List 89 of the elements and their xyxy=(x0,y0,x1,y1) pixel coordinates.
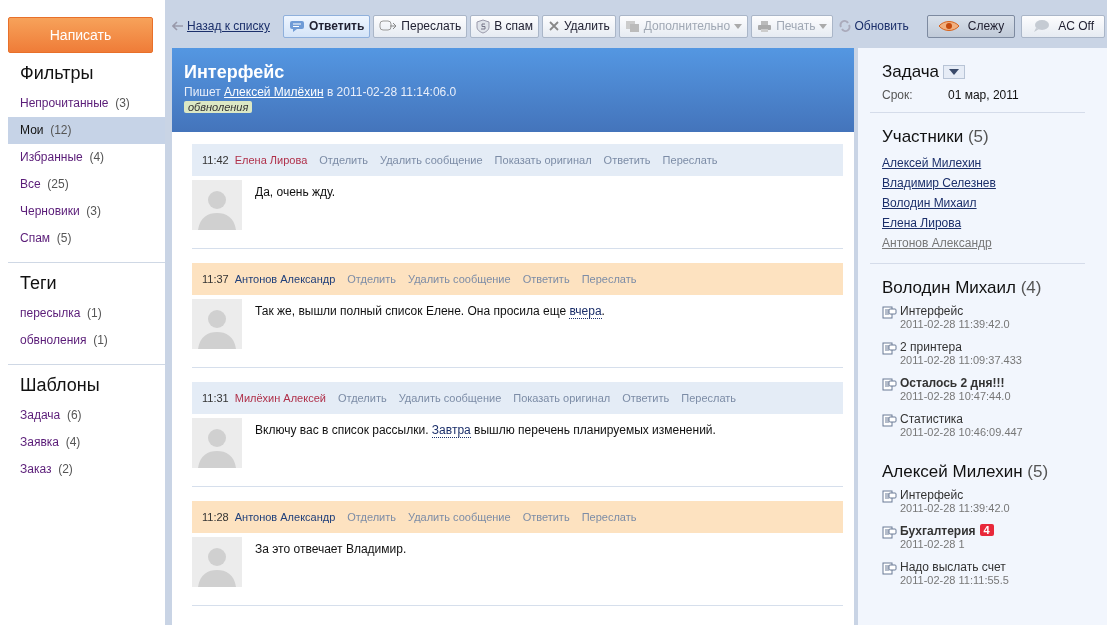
message-author: Антонов Александр xyxy=(234,273,336,285)
toolbar-button[interactable]: В спам xyxy=(470,14,539,38)
sidebar-item[interactable]: Мои (12) xyxy=(8,117,165,144)
conversation-link[interactable]: Бухгалтерия xyxy=(900,524,976,538)
message-author: Антонов Александр xyxy=(234,511,336,523)
sidebar-item[interactable]: Избранные (4) xyxy=(8,144,165,171)
thread-title: Интерфейс xyxy=(184,62,286,83)
message-time: 11:28 xyxy=(202,511,229,523)
date-link[interactable]: вчера xyxy=(569,304,602,319)
document-icon xyxy=(882,341,897,355)
sidebar-item[interactable]: пересылка (1) xyxy=(8,300,165,327)
toolbar-button[interactable]: Удалить xyxy=(541,14,616,38)
sidebar-item[interactable]: Заказ (2) xyxy=(8,456,165,483)
deadline-value: 01 мар, 2011 xyxy=(948,88,1019,102)
conversation-date: 2011-02-28 1 xyxy=(900,538,966,550)
shield-icon xyxy=(476,18,491,34)
sidebar-item[interactable]: Спам (5) xyxy=(8,225,165,252)
section-title: Теги xyxy=(19,273,58,295)
document-icon xyxy=(882,561,897,575)
conversation-link[interactable]: Интерфейс xyxy=(900,304,964,318)
participant-link[interactable]: Владимир Селезнев xyxy=(882,173,1085,193)
message-time: 11:42 xyxy=(202,154,229,166)
sidebar-item[interactable]: Задача (6) xyxy=(8,402,165,429)
message-text: За это отвечает Владимир. xyxy=(255,542,407,558)
document-icon xyxy=(882,489,897,503)
conversation-date: 2011-02-28 10:46:09.447 xyxy=(900,426,1023,438)
count-badge: 4 xyxy=(979,524,994,536)
document-icon xyxy=(882,377,897,391)
toolbar-button[interactable]: Переслать xyxy=(373,14,468,38)
tag-label[interactable]: обвноления xyxy=(184,101,253,113)
message-time: 11:31 xyxy=(202,392,229,404)
message-author: Милёхин Алексей xyxy=(234,392,326,404)
toolbar-button[interactable]: Слежу xyxy=(926,14,1016,38)
conversation-date: 2011-02-28 11:39:42.0 xyxy=(900,318,1010,330)
printer-icon xyxy=(757,19,773,33)
back-link[interactable]: Назад к списку xyxy=(172,19,270,33)
left-arrow-icon xyxy=(172,21,184,31)
conversation-link[interactable]: Интерфейс xyxy=(900,488,964,502)
deadline-label: Срок: xyxy=(882,88,914,102)
avatar-icon xyxy=(192,299,242,349)
byline-label: Пишет xyxy=(184,85,221,99)
participants-title: Участники (5) xyxy=(882,127,989,147)
message-text: Включу вас в список рассылки. Завтра вышлю перечень планируемых изменений. xyxy=(255,423,716,440)
message-text: Так же, вышли полный список Елене. Она просила еще вчера. xyxy=(255,304,605,321)
eye-icon xyxy=(937,20,960,32)
chat-icon xyxy=(1032,19,1051,33)
conversation-link[interactable]: 2 принтера xyxy=(900,340,962,354)
sidebar-item[interactable]: Черновики (3) xyxy=(8,198,165,225)
section-title: Шаблоны xyxy=(19,375,101,397)
sidebar-item[interactable]: Все (25) xyxy=(8,171,165,198)
conversation-date: 2011-02-28 11:39:42.0 xyxy=(900,502,1010,514)
avatar-icon xyxy=(192,537,242,587)
participant-link[interactable]: Алексей Милехин xyxy=(882,153,1085,173)
toolbar-button[interactable]: AC Off xyxy=(1021,14,1105,38)
conversation-date: 2011-02-28 10:47:44.0 xyxy=(900,390,1011,402)
refresh-icon xyxy=(838,19,853,33)
refresh-link[interactable]: Обновить xyxy=(838,19,909,33)
task-title: Задача xyxy=(882,62,940,82)
toolbar-button[interactable]: Ответить xyxy=(282,14,371,38)
conversation-link[interactable]: Статистика xyxy=(900,412,964,426)
sidebar-item[interactable]: обвноления (1) xyxy=(8,327,165,354)
thread-date: в 2011-02-28 11:14:06.0 xyxy=(326,85,457,99)
forward-icon xyxy=(379,19,398,33)
section-title: Фильтры xyxy=(19,63,95,85)
document-icon xyxy=(882,525,897,539)
participant-link[interactable]: Володин Михаил xyxy=(882,193,1085,213)
caret-icon xyxy=(949,69,960,75)
sidebar-item[interactable]: Заявка (4) xyxy=(8,429,165,456)
speech-bubble-icon xyxy=(288,19,305,33)
conversation-link[interactable]: Надо выслать счет xyxy=(900,560,1006,574)
message-text: Да, очень жду. xyxy=(255,185,336,201)
date-link[interactable]: Завтра xyxy=(431,423,471,438)
conversation-link[interactable]: Осталось 2 дня!!! xyxy=(900,376,1005,390)
message-author: Елена Лирова xyxy=(234,154,308,166)
participant-link[interactable]: Елена Лирова xyxy=(882,213,1085,233)
person-title: Алексей Милехин (5) xyxy=(882,462,1049,482)
close-icon xyxy=(547,20,560,32)
conversation-date: 2011-02-28 11:11:55.5 xyxy=(900,574,1009,586)
avatar-icon xyxy=(192,180,242,230)
person-title: Володин Михаил (4) xyxy=(882,278,1042,298)
author-link[interactable]: Алексей Милёхин xyxy=(224,85,324,99)
document-icon xyxy=(882,305,897,319)
message-time: 11:37 xyxy=(202,273,229,285)
document-icon xyxy=(882,413,897,427)
sidebar-item[interactable]: Непрочитанные (3) xyxy=(8,90,165,117)
copy-icon xyxy=(624,19,640,33)
conversation-date: 2011-02-28 11:09:37.433 xyxy=(900,354,1022,366)
avatar-icon xyxy=(192,418,242,468)
dropdown-button[interactable] xyxy=(943,65,966,79)
